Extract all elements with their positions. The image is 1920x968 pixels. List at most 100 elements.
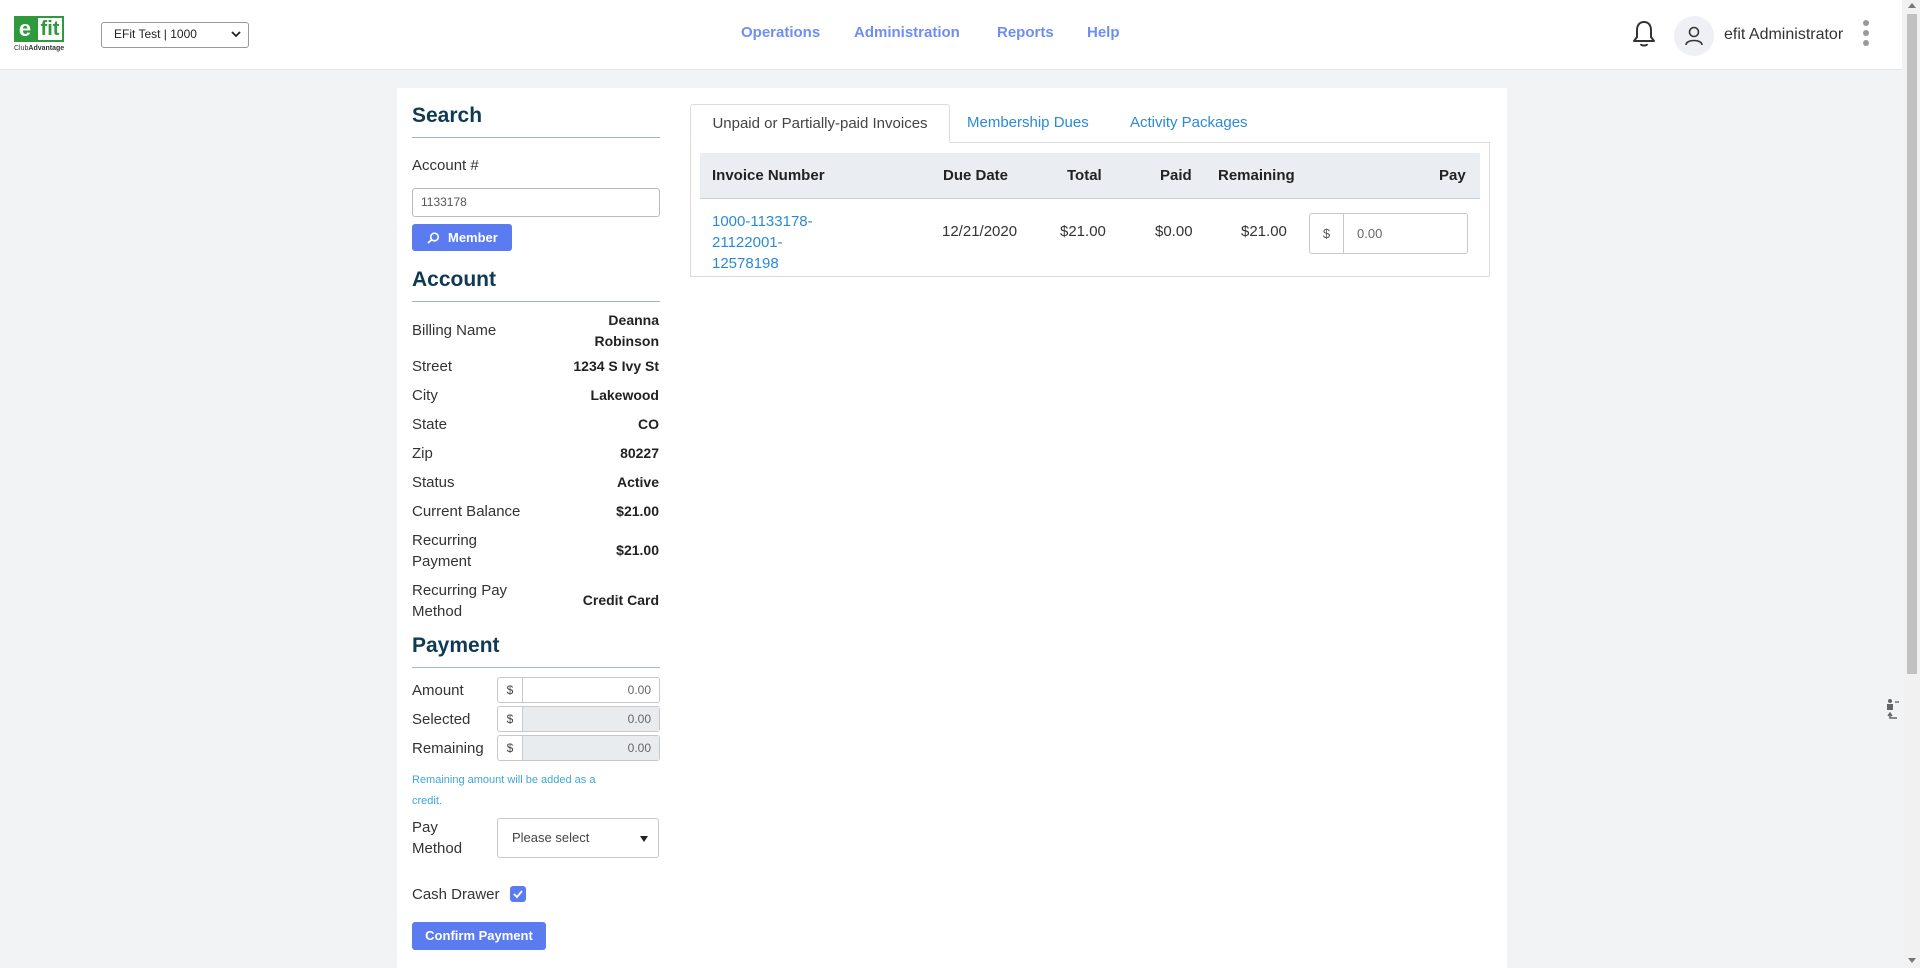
col-due-date: Due Date <box>943 167 1009 184</box>
invoice-remaining: $21.00 <box>1241 223 1287 240</box>
check-icon <box>513 890 523 899</box>
pay-method-label-2: Method <box>412 840 463 857</box>
member-button-label: Member <box>448 230 498 245</box>
billing-name-label: Billing Name <box>412 322 497 339</box>
efit-logo[interactable]: e fit ClubAdvantage <box>14 16 86 56</box>
note-line-2: credit. <box>412 795 442 807</box>
nav-reports[interactable]: Reports <box>997 24 1054 41</box>
billing-name-last: Robinson <box>594 333 659 349</box>
zip-label: Zip <box>412 445 433 462</box>
chevron-down-icon <box>231 31 241 38</box>
scrollbar-thumb[interactable] <box>1907 14 1917 674</box>
invoice-number-link[interactable]: 1000-1133178-21122001- 12578198 <box>712 211 882 274</box>
zip-value: 80227 <box>620 445 659 461</box>
account-heading: Account <box>412 268 496 291</box>
member-search-button[interactable]: Member <box>412 224 512 251</box>
logo-fit: fit <box>36 16 64 42</box>
invoice-paid: $0.00 <box>1155 223 1193 240</box>
page-scrollbar[interactable] <box>1904 0 1920 968</box>
col-total: Total <box>1067 167 1102 184</box>
recurring-payment-label-2: Payment <box>412 553 472 570</box>
recurring-payment-value: $21.00 <box>616 542 659 558</box>
scroll-up-icon[interactable] <box>1908 3 1916 8</box>
invoice-due-date: 12/21/2020 <box>942 223 1018 240</box>
nav-help[interactable]: Help <box>1087 24 1120 41</box>
bell-icon[interactable] <box>1631 19 1657 49</box>
current-balance-label: Current Balance <box>412 503 521 520</box>
amount-currency: $ <box>498 678 523 702</box>
remaining-credit-note: Remaining amount will be added as a credi… <box>412 770 642 812</box>
pay-method-select[interactable]: Please select <box>497 818 659 858</box>
recurring-payment-label: Recurring Payment <box>412 530 477 572</box>
billing-name-value: Deanna Robinson <box>594 310 659 352</box>
top-bar: e fit ClubAdvantage EFit Test | 1000 Ope… <box>0 0 1902 70</box>
col-invoice-number: Invoice Number <box>712 167 825 184</box>
more-vert-icon[interactable] <box>1862 20 1870 50</box>
account-number-label: Account # <box>412 157 479 174</box>
search-divider <box>412 137 660 138</box>
logo-mark: e fit <box>14 16 64 42</box>
street-label: Street <box>412 358 453 375</box>
remaining-input: $ 0.00 <box>497 735 660 761</box>
account-divider <box>412 301 660 302</box>
logo-sub-bold: Advantage <box>28 45 65 52</box>
recurring-payment-label-1: Recurring <box>412 532 478 549</box>
recurring-pay-method-label-1: Recurring Pay <box>412 582 508 599</box>
invoice-pay-currency: $ <box>1310 214 1344 253</box>
street-value: 1234 S Ivy St <box>573 358 659 374</box>
pay-method-label: Pay Method <box>412 817 462 859</box>
selected-label: Selected <box>412 711 471 728</box>
state-value: CO <box>638 416 659 432</box>
invoice-number-line-2: 12578198 <box>712 255 779 272</box>
state-label: State <box>412 416 448 433</box>
tab-activity-packages[interactable]: Activity Packages <box>1130 104 1248 143</box>
caret-down-icon <box>640 836 648 842</box>
city-label: City <box>412 387 438 404</box>
selected-currency: $ <box>498 707 523 731</box>
confirm-payment-button[interactable]: Confirm Payment <box>412 922 546 950</box>
col-remaining: Remaining <box>1218 167 1295 184</box>
account-number-input[interactable]: 1133178 <box>412 188 660 217</box>
user-avatar[interactable] <box>1674 16 1714 56</box>
amount-value[interactable]: 0.00 <box>523 678 659 702</box>
note-line-1: Remaining amount will be added as a <box>412 774 596 786</box>
recurring-pay-method-label: Recurring Pay Method <box>412 580 507 622</box>
remaining-currency: $ <box>498 736 523 760</box>
col-paid: Paid <box>1160 167 1192 184</box>
club-select[interactable]: EFit Test | 1000 <box>101 22 249 48</box>
accessibility-widget-icon[interactable] <box>1884 696 1900 726</box>
cash-drawer-checkbox[interactable] <box>510 886 526 902</box>
logo-sub-prefix: Club <box>14 45 29 52</box>
amount-input[interactable]: $ 0.00 <box>497 677 660 703</box>
invoice-pay-value[interactable]: 0.00 <box>1357 214 1382 253</box>
user-name[interactable]: efit Administrator <box>1724 26 1843 44</box>
cash-drawer-label: Cash Drawer <box>412 886 500 903</box>
pay-method-label-1: Pay <box>412 819 438 836</box>
nav-administration[interactable]: Administration <box>854 24 960 41</box>
search-heading: Search <box>412 104 483 127</box>
invoice-total: $21.00 <box>1060 223 1106 240</box>
payment-divider <box>412 667 660 668</box>
remaining-value: 0.00 <box>523 736 659 760</box>
city-value: Lakewood <box>590 387 659 403</box>
amount-label: Amount <box>412 682 464 699</box>
selected-value: 0.00 <box>523 707 659 731</box>
recurring-pay-method-value: Credit Card <box>582 592 659 608</box>
user-icon <box>1685 26 1703 46</box>
tab-membership-dues[interactable]: Membership Dues <box>967 104 1089 143</box>
tab-unpaid-invoices[interactable]: Unpaid or Partially-paid Invoices <box>690 104 950 143</box>
logo-subtitle: ClubAdvantage <box>14 45 64 52</box>
status-label: Status <box>412 474 455 491</box>
invoice-number-line-1: 1000-1133178-21122001- <box>712 213 813 251</box>
selected-input: $ 0.00 <box>497 706 660 732</box>
payment-heading: Payment <box>412 634 500 657</box>
nav-operations[interactable]: Operations <box>741 24 820 41</box>
recurring-pay-method-label-2: Method <box>412 603 463 620</box>
remaining-label: Remaining <box>412 740 484 757</box>
current-balance-value: $21.00 <box>616 503 659 519</box>
status-value: Active <box>616 474 659 490</box>
invoice-pay-input[interactable]: $ 0.00 <box>1309 213 1468 254</box>
search-icon <box>427 232 440 244</box>
scroll-down-icon[interactable] <box>1908 958 1916 963</box>
billing-name-first: Deanna <box>608 312 659 328</box>
